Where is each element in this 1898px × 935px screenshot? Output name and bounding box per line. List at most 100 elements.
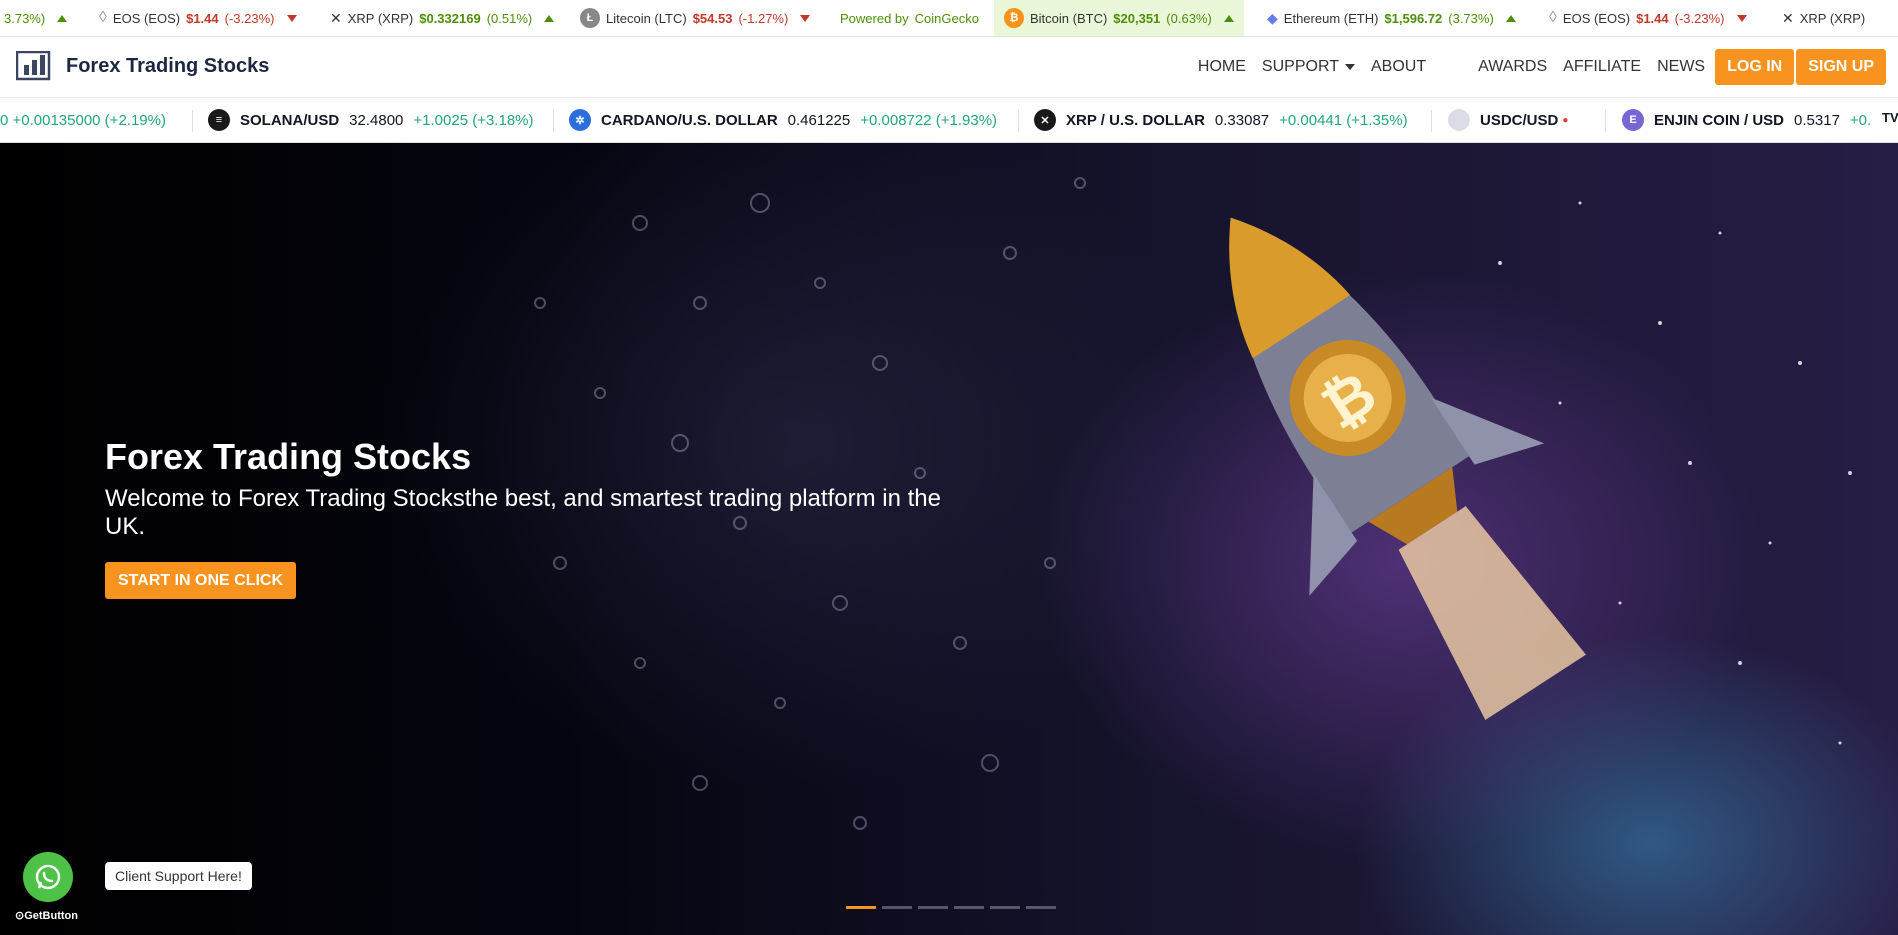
- login-button[interactable]: LOG IN: [1715, 49, 1795, 85]
- arrow-up-icon: [57, 14, 68, 22]
- coin-price: $1.44: [186, 10, 219, 26]
- coin-change: (-3.23%): [224, 10, 275, 26]
- nav-awards[interactable]: AWARDS: [1470, 58, 1555, 76]
- carousel-dot[interactable]: [954, 906, 984, 909]
- logo-icon: [16, 51, 51, 81]
- tradingview-icon[interactable]: TV: [1880, 110, 1898, 125]
- solana-icon: ≡: [208, 109, 230, 131]
- coin-price: $20,351: [1113, 10, 1161, 26]
- nav-about[interactable]: ABOUT: [1363, 58, 1434, 76]
- pair-change: +0.: [1849, 111, 1872, 129]
- pair-value: 0.461225: [787, 111, 851, 129]
- coin-name: Litecoin (LTC): [606, 10, 687, 26]
- pair-symbol: ENJIN COIN / USD: [1654, 111, 1785, 129]
- arrow-up-icon: [1505, 14, 1516, 22]
- pair-item[interactable]: ≡ SOLANA/USD 32.4800 +1.0025 (+3.18%): [208, 98, 534, 142]
- cardano-icon: ✲: [569, 109, 591, 131]
- divider: [1431, 110, 1432, 132]
- coin-name: EOS (EOS): [1562, 10, 1631, 26]
- getbutton-label: GetButton: [24, 910, 78, 922]
- hero-subtitle: Welcome to Forex Trading Stocksthe best,…: [105, 485, 941, 540]
- pair-value: 0.33087: [1214, 111, 1270, 129]
- eos-icon: ◊: [99, 9, 107, 26]
- pair-symbol: SOLANA/USD: [240, 111, 340, 129]
- brand-name: Forex Trading Stocks: [66, 54, 270, 77]
- carousel-dot[interactable]: [1026, 906, 1056, 909]
- coin-item[interactable]: ◊ EOS (EOS) $1.44 (-3.23%): [95, 0, 301, 36]
- nav-affiliate[interactable]: AFFILIATE: [1555, 58, 1649, 76]
- pair-item[interactable]: 0 +0.00135000 (+2.19%): [0, 98, 166, 142]
- coin-item[interactable]: ◆ Ethereum (ETH) $1,596.72 (3.73%): [1263, 0, 1520, 36]
- coin-name: XRP (XRP): [347, 10, 414, 26]
- coin-name: EOS (EOS): [112, 10, 181, 26]
- carousel-dot[interactable]: [846, 906, 876, 909]
- nav-links: HOME SUPPORT ABOUT AWARDS AFFILIATE NEWS…: [1190, 49, 1886, 85]
- coin-change: (0.51%): [486, 10, 533, 26]
- pair-item[interactable]: ✲ CARDANO/U.S. DOLLAR 0.461225 +0.008722…: [569, 98, 997, 142]
- nav-home[interactable]: HOME: [1190, 58, 1254, 76]
- coin-change: 3.73%): [4, 10, 46, 26]
- getbutton-brand[interactable]: ⊙GetButton: [15, 909, 78, 922]
- coin-item[interactable]: ₿ Bitcoin (BTC) $20,351 (0.63%): [994, 0, 1244, 36]
- pair-symbol: XRP / U.S. DOLLAR: [1066, 111, 1205, 129]
- coin-change: (-1.27%): [738, 10, 789, 26]
- coin-item[interactable]: 3.73%): [0, 0, 71, 36]
- coin-change: (3.73%): [1448, 10, 1494, 26]
- enjin-icon: E: [1622, 109, 1644, 131]
- coingecko-link[interactable]: CoinGecko: [915, 11, 979, 26]
- arrow-up-icon: [1223, 14, 1234, 22]
- carousel-dot[interactable]: [882, 906, 912, 909]
- carousel-dot[interactable]: [990, 906, 1020, 909]
- litecoin-icon: Ł: [580, 8, 600, 28]
- brand-link[interactable]: Forex Trading Stocks: [16, 51, 269, 81]
- arrow-down-icon: [800, 14, 811, 22]
- whatsapp-icon: [35, 864, 61, 890]
- pair-item[interactable]: ✕ XRP / U.S. DOLLAR 0.33087 +0.00441 (+1…: [1034, 98, 1408, 142]
- coin-item[interactable]: ✕ XRP (XRP) $0.332169 (0.51%): [326, 0, 558, 36]
- nav-support-label: SUPPORT: [1261, 58, 1339, 75]
- divider: [553, 110, 554, 132]
- signup-button[interactable]: SIGN UP: [1796, 49, 1886, 85]
- coin-price: $0.332169: [419, 10, 481, 26]
- coin-price: $1,596.72: [1384, 10, 1443, 26]
- pair-change: +0.008722 (+1.93%): [860, 111, 998, 129]
- divider: [192, 110, 193, 132]
- bitcoin-icon: ₿: [1004, 8, 1024, 28]
- main-navbar: Forex Trading Stocks HOME SUPPORT ABOUT …: [0, 37, 1898, 98]
- coin-change: (0.63%): [1166, 10, 1212, 26]
- usdc-icon: [1448, 109, 1470, 131]
- pair-change: 0 +0.00135000 (+2.19%): [0, 111, 166, 129]
- coin-price-ticker: 3.73%) ◊ EOS (EOS) $1.44 (-3.23%) ✕ XRP …: [0, 0, 1898, 37]
- pair-change: +1.0025 (+3.18%): [413, 111, 534, 129]
- xrp-icon: ✕: [1782, 9, 1794, 26]
- getbutton-logo-icon: ⊙: [15, 910, 25, 922]
- hero-banner: ₿ Forex Trading Stocks Welcome to Forex …: [0, 143, 1898, 935]
- coin-item[interactable]: ◊ EOS (EOS) $1.44 (-3.23%): [1545, 0, 1751, 36]
- pair-item[interactable]: E ENJIN COIN / USD 0.5317 +0.: [1622, 98, 1871, 142]
- pair-symbol: CARDANO/U.S. DOLLAR: [601, 111, 778, 129]
- carousel-dot[interactable]: [918, 906, 948, 909]
- ethereum-icon: ◆: [1267, 9, 1278, 26]
- powered-by-coingecko[interactable]: Powered by CoinGecko: [836, 0, 983, 36]
- support-tooltip[interactable]: Client Support Here!: [105, 862, 252, 890]
- pair-ticker-tape: 0 +0.00135000 (+2.19%) ≡ SOLANA/USD 32.4…: [0, 98, 1898, 143]
- arrow-down-icon: [286, 14, 297, 22]
- coin-item[interactable]: Ł Litecoin (LTC) $54.53 (-1.27%): [576, 0, 814, 36]
- whatsapp-button[interactable]: [23, 852, 73, 902]
- pair-item[interactable]: USDC/USD ●: [1448, 98, 1568, 142]
- xrp-icon: ✕: [330, 9, 342, 26]
- arrow-up-icon: [544, 14, 555, 22]
- divider: [1605, 110, 1606, 132]
- status-dot-icon: ●: [1562, 114, 1569, 126]
- nav-news[interactable]: NEWS: [1649, 58, 1713, 76]
- coin-name: XRP (XRP): [1799, 10, 1866, 26]
- hero-title: Forex Trading Stocks: [105, 436, 472, 477]
- coin-name: Ethereum (ETH): [1283, 10, 1379, 26]
- start-one-click-button[interactable]: START IN ONE CLICK: [105, 562, 297, 599]
- coin-item[interactable]: ✕ XRP (XRP): [1778, 0, 1869, 36]
- pair-change: +0.00441 (+1.35%): [1279, 111, 1408, 129]
- nav-support[interactable]: SUPPORT: [1254, 58, 1363, 76]
- pair-value: 0.5317: [1794, 111, 1840, 129]
- pair-value: 32.4800: [349, 111, 404, 129]
- pair-symbol: USDC/USD: [1480, 111, 1559, 129]
